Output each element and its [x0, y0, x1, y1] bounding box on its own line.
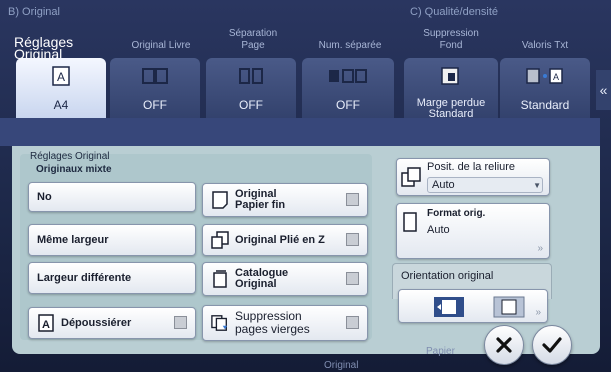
binding-position-select[interactable]: Posit. de la reliure Auto ▼	[396, 158, 550, 196]
orientation-more-icon: »	[535, 307, 541, 318]
mixed-different-width-button[interactable]: Largeur différente	[28, 262, 196, 294]
dust-removal-icon: A	[37, 314, 55, 332]
blank-page-removal-checkbox[interactable]	[346, 316, 359, 329]
background-removal-icon	[438, 66, 464, 86]
panel-header-band	[0, 118, 600, 146]
original-a-icon: A	[48, 66, 74, 86]
original-format-button[interactable]: Format orig. Auto »	[396, 203, 550, 259]
page-separation-icon	[238, 66, 264, 86]
dropdown-arrow-icon: ▼	[533, 181, 541, 190]
thin-paper-button[interactable]: Original Papier fin	[202, 183, 368, 217]
dialog-title: Réglages Original	[30, 151, 110, 162]
cancel-button[interactable]	[484, 325, 524, 365]
checkmark-icon	[542, 337, 562, 353]
tile-valoris-txt[interactable]: A Standard	[500, 58, 590, 118]
open-book-icon	[142, 66, 168, 86]
orientation-button[interactable]: »	[398, 289, 548, 323]
z-folded-button[interactable]: Original Plié en Z	[202, 224, 368, 256]
text-enhance-icon: A	[525, 66, 565, 86]
catalog-button[interactable]: Catalogue Original	[202, 262, 368, 296]
mixed-same-width-button[interactable]: Même largeur	[28, 224, 196, 256]
mixed-no-button[interactable]: No	[28, 182, 196, 212]
thin-paper-checkbox[interactable]	[346, 193, 359, 206]
blank-page-removal-button[interactable]: Suppression pages vierges	[202, 305, 368, 341]
svg-text:A: A	[57, 70, 65, 84]
tile-original-livre[interactable]: OFF	[110, 58, 200, 118]
binding-position-icon	[401, 167, 421, 192]
section-c-title: C) Qualité/densité	[410, 6, 499, 18]
close-icon	[496, 337, 512, 353]
z-folded-icon	[211, 231, 229, 249]
svg-text:A: A	[42, 319, 50, 331]
catalog-icon	[211, 270, 229, 288]
z-folded-checkbox[interactable]	[346, 233, 359, 246]
section-b-title: B) Original	[8, 6, 60, 18]
numbered-pages-icon	[328, 66, 368, 86]
dust-removal-button[interactable]: A Dépoussiérer	[28, 307, 196, 339]
orientation-left-icon	[433, 296, 465, 323]
tile-separation-page[interactable]: OFF	[206, 58, 296, 118]
footer-paper-label: Papier	[426, 346, 455, 357]
blank-page-removal-icon	[211, 314, 229, 332]
ok-button[interactable]	[532, 325, 572, 365]
more-arrow-icon: »	[537, 243, 543, 254]
tile-original-size[interactable]: A A4	[16, 58, 106, 118]
catalog-checkbox[interactable]	[346, 272, 359, 285]
original-format-icon	[403, 212, 417, 237]
orientation-right-icon	[493, 296, 525, 323]
thin-paper-icon	[211, 191, 229, 209]
binding-value-field: Auto	[427, 177, 543, 193]
dust-removal-checkbox[interactable]	[174, 316, 187, 329]
footer-original-label: Original	[324, 360, 359, 371]
scroll-left-arrow-icon[interactable]: «	[596, 70, 611, 110]
tile-suppression-fond[interactable]: Marge perdue Standard	[404, 58, 498, 120]
svg-text:A: A	[553, 72, 559, 82]
tile-num-separee[interactable]: OFF	[302, 58, 394, 118]
dialog-subtitle: Originaux mixte	[36, 164, 112, 175]
